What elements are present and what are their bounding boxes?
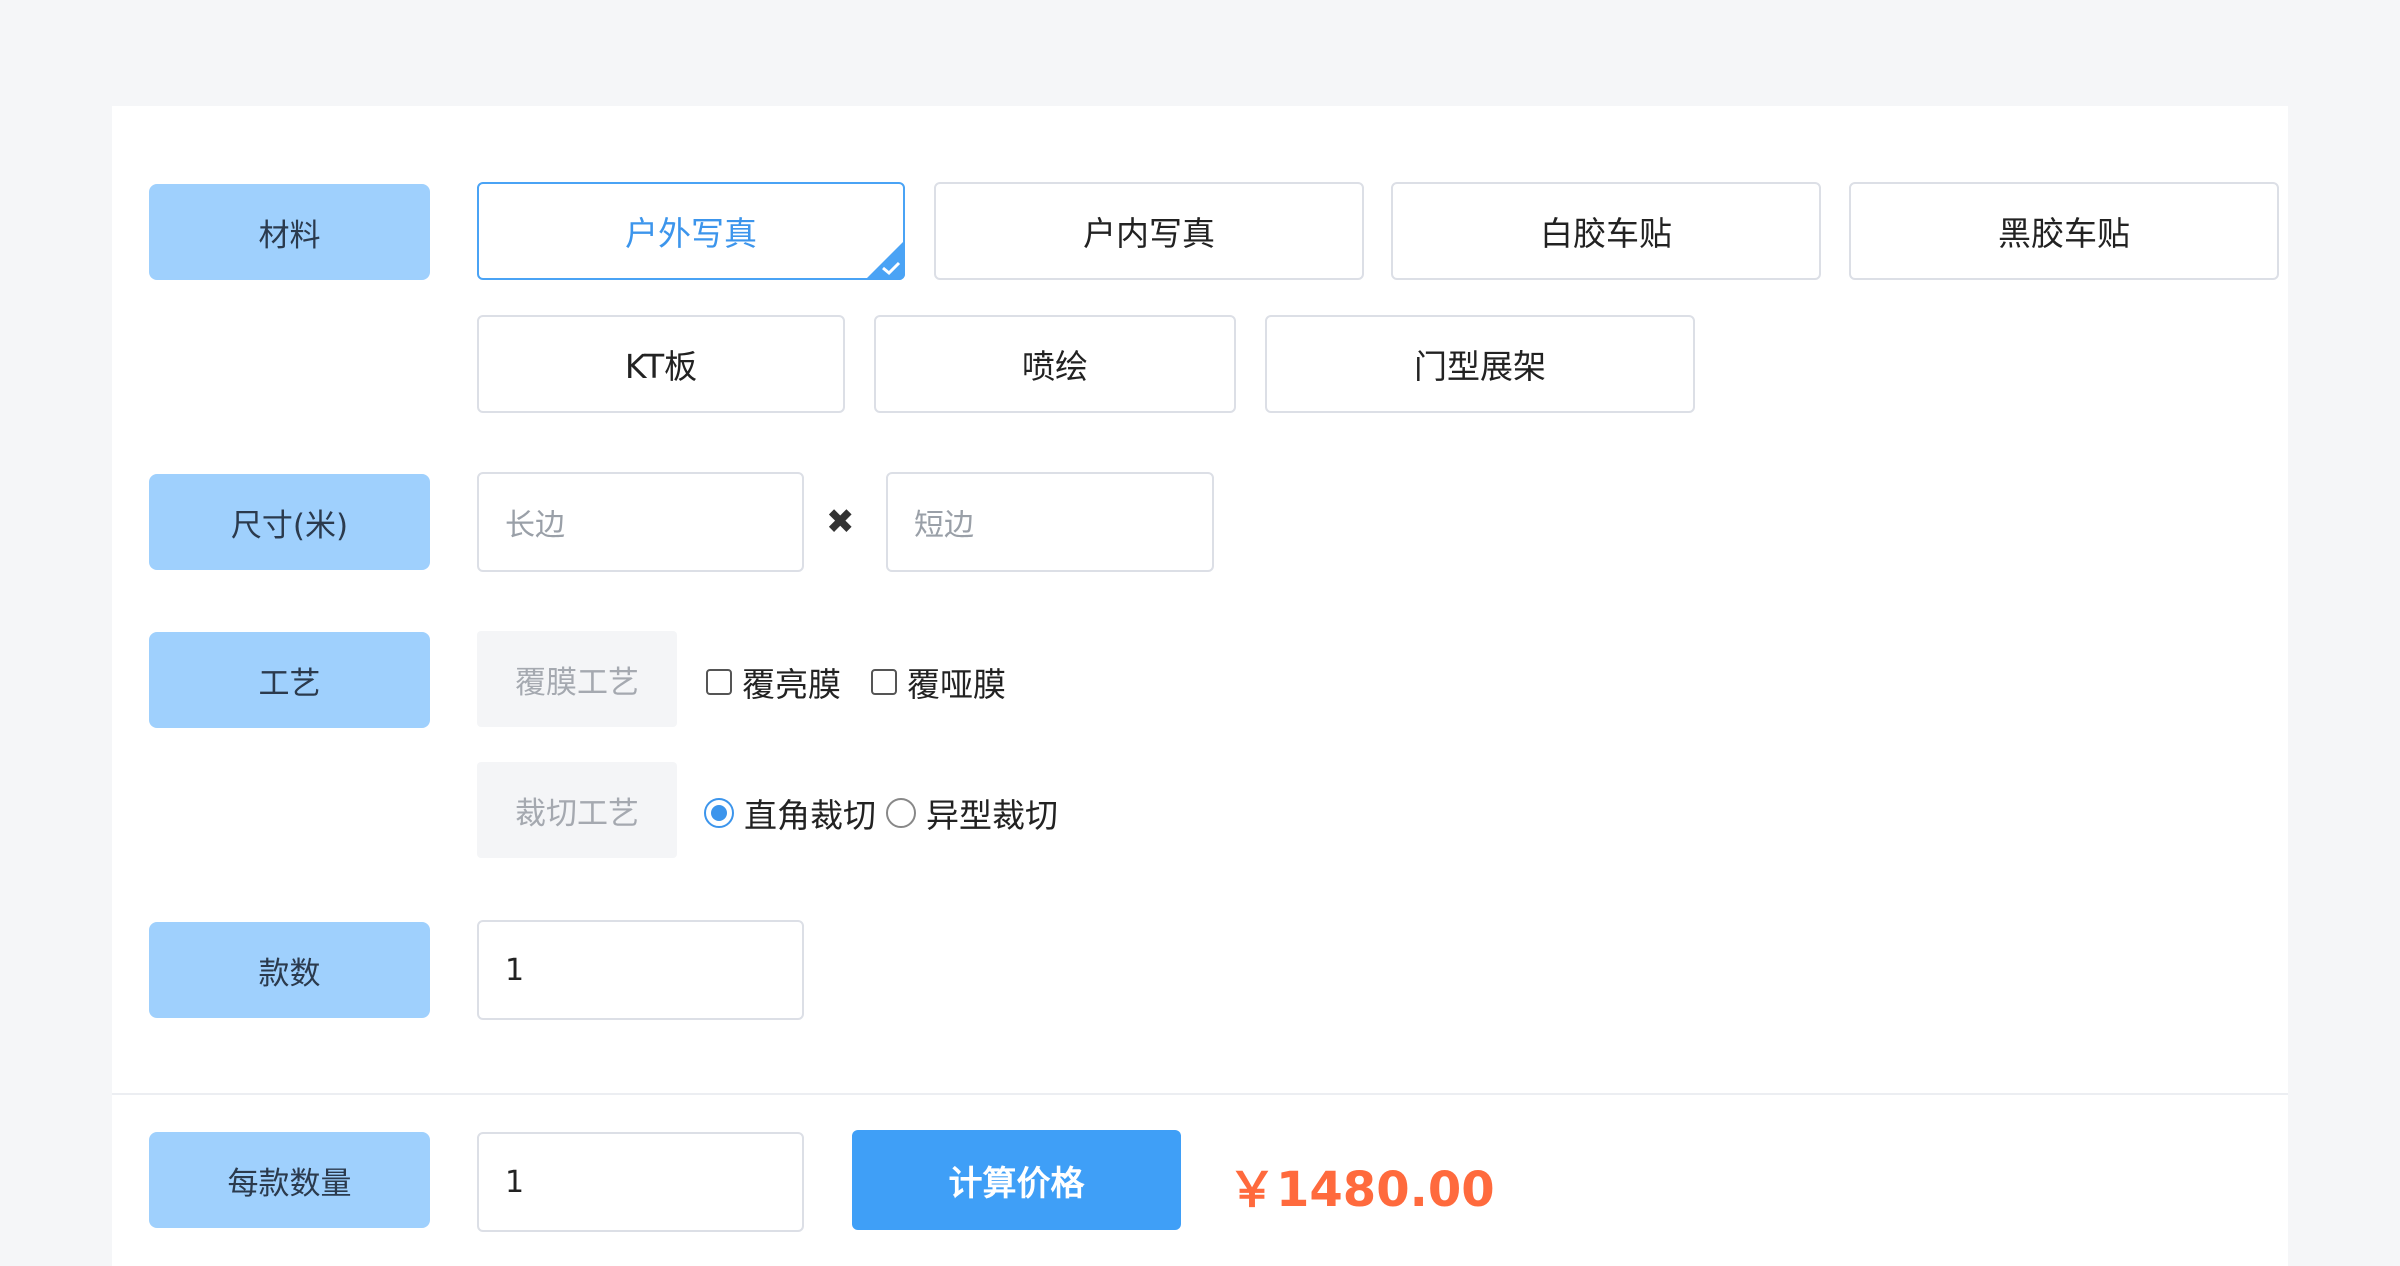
multiply-icon: ✖ — [826, 502, 855, 542]
checkbox-icon[interactable] — [706, 669, 732, 695]
custom-shape-cut-label: 异型裁切 — [926, 796, 1058, 835]
qty-per-style-input[interactable]: 1 — [477, 1132, 804, 1232]
lamination-label: 覆膜工艺 — [477, 631, 677, 727]
radio-icon[interactable] — [886, 798, 916, 828]
material-option-kt-board[interactable]: KT板 — [477, 315, 845, 413]
material-option-indoor-photo[interactable]: 户内写真 — [934, 182, 1364, 280]
material-option-white-vinyl[interactable]: 白胶车贴 — [1391, 182, 1821, 280]
material-option-label: 户外写真 — [625, 214, 757, 253]
size-label: 尺寸(米) — [149, 474, 430, 570]
material-option-label: 门型展架 — [1414, 347, 1546, 386]
selected-check-icon — [865, 240, 905, 280]
process-label: 工艺 — [149, 632, 430, 728]
checkbox-icon[interactable] — [871, 669, 897, 695]
price-display: ￥1480.00 — [1228, 1162, 1495, 1218]
material-option-label: 户内写真 — [1083, 214, 1215, 253]
matte-lamination-checkbox[interactable]: 覆哑膜 — [871, 658, 1006, 706]
material-option-door-stand[interactable]: 门型展架 — [1265, 315, 1695, 413]
qty-per-style-value: 1 — [505, 1164, 525, 1200]
cutting-options: 直角裁切 异型裁切 — [704, 789, 1058, 837]
custom-shape-cut-radio[interactable]: 异型裁切 — [886, 789, 1058, 837]
material-option-outdoor-photo[interactable]: 户外写真 — [477, 182, 905, 280]
material-option-inkjet[interactable]: 喷绘 — [874, 315, 1236, 413]
styles-count-value: 1 — [505, 952, 525, 988]
material-option-label: 黑胶车贴 — [1998, 214, 2130, 253]
gloss-lamination-label: 覆亮膜 — [742, 665, 841, 704]
material-option-label: 喷绘 — [1022, 347, 1088, 386]
long-side-input[interactable]: 长边 — [477, 472, 804, 572]
cutting-label: 裁切工艺 — [477, 762, 677, 858]
material-option-label: KT板 — [624, 347, 698, 386]
material-label: 材料 — [149, 184, 430, 280]
qty-per-style-label: 每款数量 — [149, 1132, 430, 1228]
short-side-input[interactable]: 短边 — [886, 472, 1214, 572]
right-angle-cut-label: 直角裁切 — [744, 796, 876, 835]
section-divider — [112, 1093, 2288, 1095]
calculate-price-button[interactable]: 计算价格 — [852, 1130, 1181, 1230]
lamination-options: 覆亮膜 覆哑膜 — [706, 658, 1006, 706]
gloss-lamination-checkbox[interactable]: 覆亮膜 — [706, 658, 841, 706]
right-angle-cut-radio[interactable]: 直角裁切 — [704, 789, 876, 837]
radio-selected-icon[interactable] — [704, 798, 734, 828]
styles-count-input[interactable]: 1 — [477, 920, 804, 1020]
material-option-label: 白胶车贴 — [1540, 214, 1672, 253]
long-side-placeholder: 长边 — [505, 508, 565, 543]
short-side-placeholder: 短边 — [914, 508, 974, 543]
form-panel — [112, 106, 2288, 1266]
material-option-black-vinyl[interactable]: 黑胶车贴 — [1849, 182, 2279, 280]
matte-lamination-label: 覆哑膜 — [907, 665, 1006, 704]
styles-label: 款数 — [149, 922, 430, 1018]
